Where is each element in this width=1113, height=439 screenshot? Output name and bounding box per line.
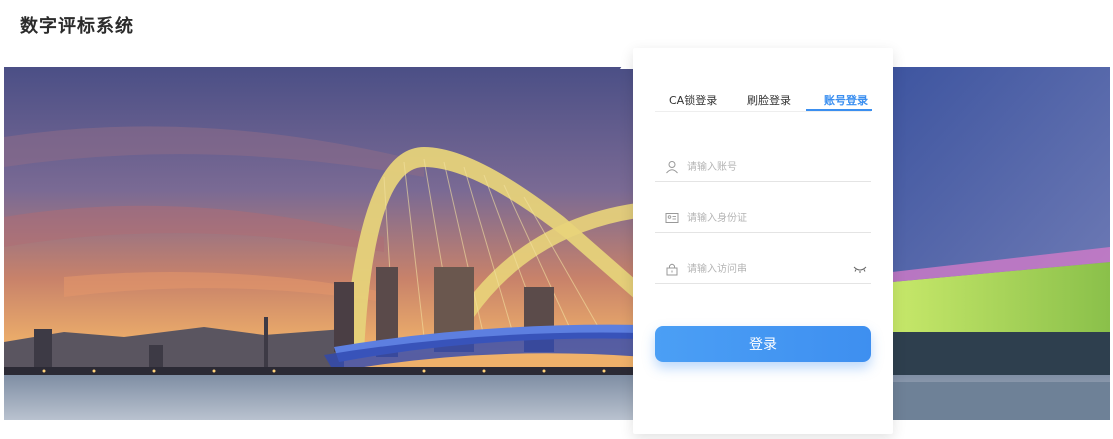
lock-icon bbox=[666, 263, 678, 276]
eye-closed-icon[interactable] bbox=[853, 263, 867, 275]
tab-ca-login[interactable]: CA锁登录 bbox=[669, 92, 717, 108]
tab-face-login[interactable]: 刷脸登录 bbox=[747, 92, 791, 108]
login-tabs: CA锁登录 刷脸登录 账号登录 bbox=[655, 88, 872, 112]
tab-account-login[interactable]: 账号登录 bbox=[824, 92, 868, 108]
login-panel: CA锁登录 刷脸登录 账号登录 请输入账号 请输入身份证 登录 bbox=[633, 48, 893, 434]
access-code-input[interactable] bbox=[687, 260, 847, 278]
panel-notch bbox=[620, 47, 634, 69]
id-card-input[interactable] bbox=[687, 209, 847, 227]
user-icon bbox=[666, 161, 678, 174]
login-button[interactable]: 登录 bbox=[655, 326, 871, 362]
banner-image bbox=[4, 67, 1110, 420]
app-title: 数字评标系统 bbox=[20, 16, 134, 37]
account-input[interactable] bbox=[687, 158, 847, 176]
id-card-icon bbox=[665, 213, 679, 223]
account-field bbox=[655, 152, 871, 182]
id-card-field bbox=[655, 203, 871, 233]
access-code-field bbox=[655, 254, 871, 284]
active-tab-indicator bbox=[806, 109, 872, 111]
